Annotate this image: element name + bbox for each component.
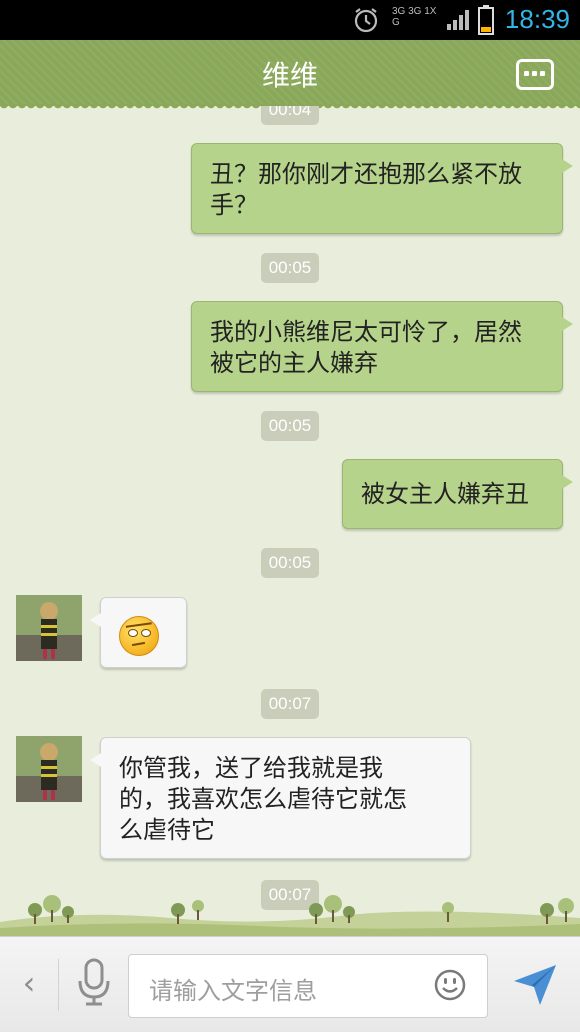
message-list[interactable]: 00:04 丑？那你刚才还抱那么紧不放手？ 00:05 我的小熊维尼太可怜了，居… — [0, 106, 580, 936]
message-input[interactable]: 请输入文字信息 — [128, 954, 488, 1018]
sent-message[interactable]: 我的小熊维尼太可怜了，居然被它的主人嫌弃 — [191, 301, 573, 392]
contact-avatar[interactable] — [16, 736, 82, 802]
more-dots-icon[interactable] — [516, 59, 554, 90]
message-text: 丑？那你刚才还抱那么紧不放手？ — [210, 160, 522, 219]
network-label: 3G 3G 1X G — [392, 6, 437, 28]
landscape-decoration — [0, 895, 580, 936]
chat-title: 维维 — [261, 59, 318, 92]
signal-icon — [447, 10, 469, 30]
message-text: 被女主人嫌弃丑 — [361, 480, 529, 508]
chat-header: 维维 — [0, 40, 580, 112]
avatar-photo — [16, 736, 82, 802]
message-timestamp: 00:05 — [261, 411, 319, 441]
avatar-photo — [16, 595, 82, 661]
message-timestamp: 00:05 — [261, 548, 319, 578]
input-bar: ‹ 请输入文字信息 — [0, 936, 580, 1032]
sent-message[interactable]: 被女主人嫌弃丑 — [342, 459, 573, 529]
clock-time: 18:39 — [504, 4, 570, 34]
divider — [58, 959, 59, 1011]
status-bar: 3G 3G 1X G 18:39 — [0, 0, 580, 40]
alarm-icon — [354, 8, 378, 33]
microphone-icon[interactable] — [76, 957, 112, 1007]
message-text: 我的小熊维尼太可怜了，居然被它的主人嫌弃 — [210, 318, 522, 377]
message-input-placeholder: 请输入文字信息 — [149, 977, 317, 1005]
received-message[interactable] — [90, 597, 187, 668]
annoyed-face-emoji — [119, 616, 159, 656]
message-timestamp: 00:07 — [261, 689, 319, 719]
message-timestamp: 00:05 — [261, 253, 319, 283]
send-icon[interactable] — [512, 961, 558, 1007]
battery-icon — [478, 5, 494, 35]
message-text: 你管我，送了给我就是我的，我喜欢怎么虐待它就怎么虐待它 — [119, 754, 407, 844]
contact-avatar[interactable] — [16, 595, 82, 661]
back-chevron-icon[interactable]: ‹ — [16, 965, 42, 1001]
received-message[interactable]: 你管我，送了给我就是我的，我喜欢怎么虐待它就怎么虐待它 — [90, 737, 471, 859]
emoji-smiley-icon[interactable] — [434, 969, 466, 1001]
sent-message[interactable]: 丑？那你刚才还抱那么紧不放手？ — [191, 143, 573, 234]
message-timestamp: 00:04 — [261, 106, 319, 125]
